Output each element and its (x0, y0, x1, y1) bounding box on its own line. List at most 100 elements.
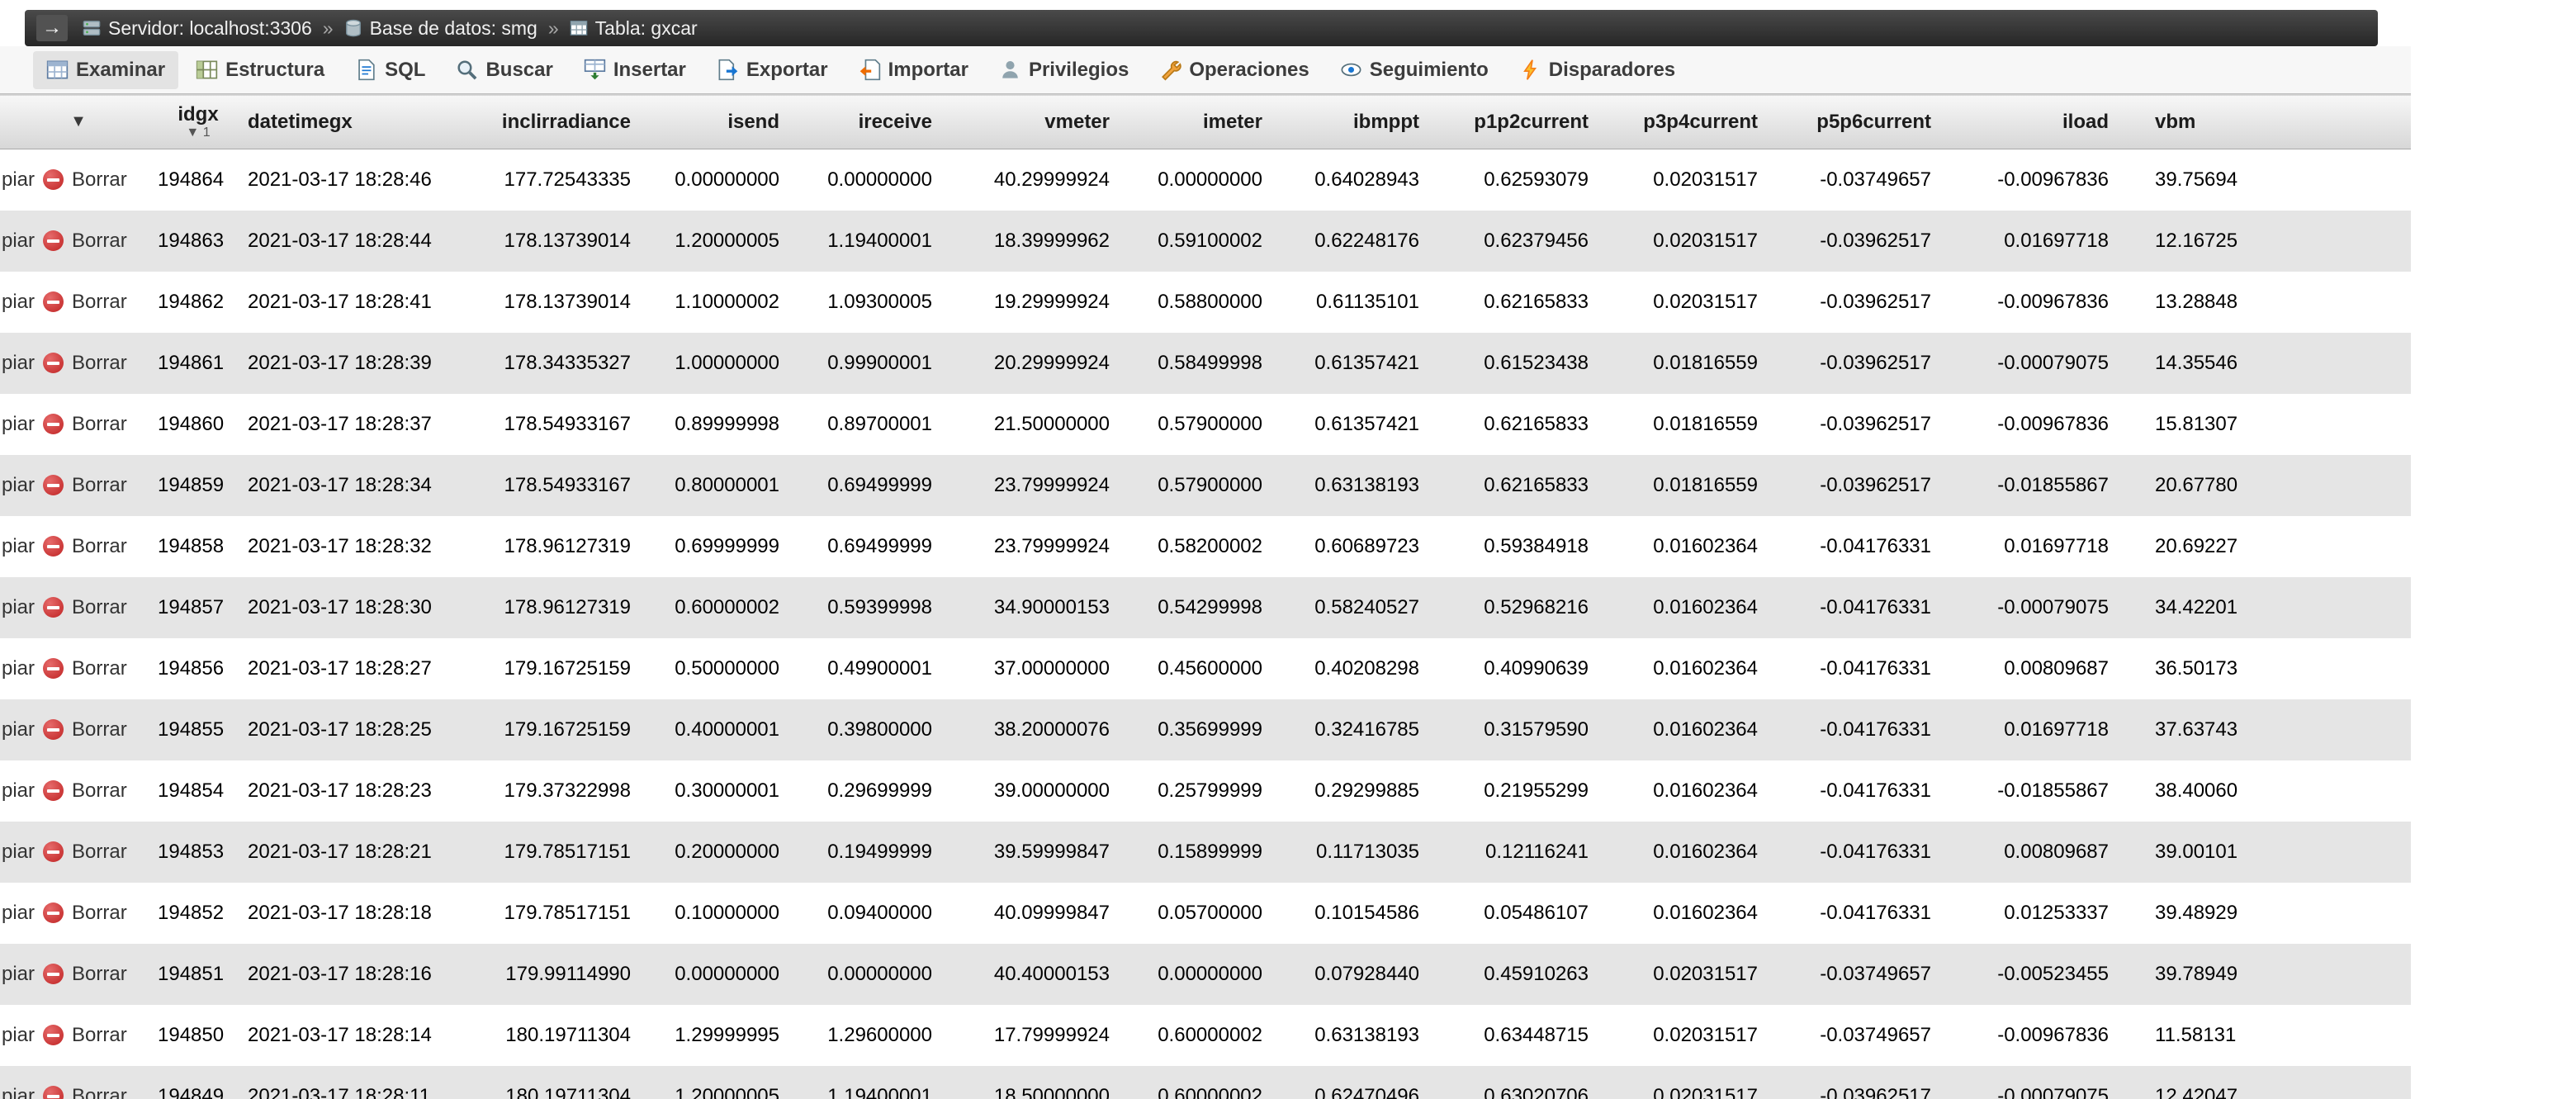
delete-link[interactable]: Borrar (72, 779, 127, 803)
window-arrow-icon[interactable]: → (36, 15, 68, 41)
cell-vmeter: 40.40000153 (954, 944, 1131, 1005)
tab-label: Importar (888, 59, 968, 82)
col-header-iload[interactable]: iload (1953, 95, 2130, 149)
options-arrow[interactable]: ▼ (0, 95, 157, 149)
delete-icon[interactable] (43, 841, 64, 862)
breadcrumb-table[interactable]: Tabla: gxcar (570, 17, 698, 40)
copy-link-partial[interactable]: piar (2, 902, 35, 925)
copy-link-partial[interactable]: piar (2, 963, 35, 986)
col-header-imeter[interactable]: imeter (1131, 95, 1284, 149)
cell-vmeter: 38.20000076 (954, 699, 1131, 760)
delete-link[interactable]: Borrar (72, 963, 127, 986)
delete-icon[interactable] (43, 719, 64, 740)
col-header-p3p4current[interactable]: p3p4current (1610, 95, 1779, 149)
delete-link[interactable]: Borrar (72, 1024, 127, 1047)
copy-link-partial[interactable]: piar (2, 1085, 35, 1099)
delete-icon[interactable] (43, 780, 64, 801)
copy-link-partial[interactable]: piar (2, 230, 35, 253)
delete-icon[interactable] (43, 230, 64, 251)
cell-p5p6current: -0.03962517 (1779, 394, 1953, 455)
tab-privilegios[interactable]: Privilegios (986, 51, 1142, 89)
col-header-ibmppt[interactable]: ibmppt (1284, 95, 1441, 149)
delete-link[interactable]: Borrar (72, 230, 127, 253)
tab-sql[interactable]: SQL (342, 51, 438, 89)
col-header-ireceive[interactable]: ireceive (801, 95, 954, 149)
delete-icon[interactable] (43, 597, 64, 618)
delete-link[interactable]: Borrar (72, 352, 127, 375)
col-header-vbm[interactable]: vbm (2130, 95, 2411, 149)
delete-link[interactable]: Borrar (72, 902, 127, 925)
tab-buscar[interactable]: Buscar (443, 51, 566, 89)
delete-icon[interactable] (43, 658, 64, 679)
cell-p1p2current: 0.62593079 (1441, 149, 1610, 211)
cell-iload: -0.00967836 (1953, 394, 2130, 455)
cell-ireceive: 1.09300005 (801, 272, 954, 333)
delete-link[interactable]: Borrar (72, 413, 127, 436)
delete-link[interactable]: Borrar (72, 718, 127, 741)
cell-imeter: 0.59100002 (1131, 211, 1284, 272)
col-header-idgx[interactable]: idgx ▼ 1 (157, 95, 239, 149)
delete-icon[interactable] (43, 291, 64, 312)
copy-link-partial[interactable]: piar (2, 657, 35, 680)
copy-link-partial[interactable]: piar (2, 1024, 35, 1047)
tab-examinar[interactable]: Examinar (33, 51, 178, 89)
col-header-isend[interactable]: isend (652, 95, 801, 149)
tab-importar[interactable]: Importar (845, 51, 982, 89)
delete-link[interactable]: Borrar (72, 168, 127, 192)
copy-link-partial[interactable]: piar (2, 291, 35, 314)
tab-disparadores[interactable]: Disparadores (1506, 51, 1688, 89)
copy-link-partial[interactable]: piar (2, 596, 35, 619)
col-label: p3p4current (1643, 111, 1758, 133)
copy-link-partial[interactable]: piar (2, 168, 35, 192)
cell-datetimegx: 2021-03-17 18:28:23 (239, 760, 462, 822)
delete-link[interactable]: Borrar (72, 596, 127, 619)
tab-insertar[interactable]: Insertar (571, 51, 699, 89)
cell-p3p4current: 0.01602364 (1610, 516, 1779, 577)
copy-link-partial[interactable]: piar (2, 474, 35, 497)
tab-seguimiento[interactable]: Seguimiento (1327, 51, 1502, 89)
cell-p1p2current: 0.52968216 (1441, 577, 1610, 638)
cell-datetimegx: 2021-03-17 18:28:30 (239, 577, 462, 638)
delete-icon[interactable] (43, 536, 64, 557)
delete-link[interactable]: Borrar (72, 1085, 127, 1099)
col-header-inclirradiance[interactable]: inclirradiance (462, 95, 652, 149)
copy-link-partial[interactable]: piar (2, 413, 35, 436)
cell-p5p6current: -0.04176331 (1779, 638, 1953, 699)
col-header-datetimegx[interactable]: datetimegx (239, 95, 462, 149)
col-header-vmeter[interactable]: vmeter (954, 95, 1131, 149)
delete-link[interactable]: Borrar (72, 657, 127, 680)
copy-link-partial[interactable]: piar (2, 841, 35, 864)
table-row: piar Borrar 194856 2021-03-17 18:28:27 1… (0, 638, 2411, 699)
row-actions-cell: piar Borrar (0, 1005, 157, 1066)
delete-icon[interactable] (43, 414, 64, 434)
col-header-p1p2current[interactable]: p1p2current (1441, 95, 1610, 149)
delete-link[interactable]: Borrar (72, 535, 127, 558)
delete-icon[interactable] (43, 964, 64, 984)
cell-idgx: 194860 (157, 394, 239, 455)
cell-p1p2current: 0.21955299 (1441, 760, 1610, 822)
tab-exportar[interactable]: Exportar (703, 51, 841, 89)
cell-isend: 0.40000001 (652, 699, 801, 760)
copy-link-partial[interactable]: piar (2, 779, 35, 803)
delete-icon[interactable] (43, 1025, 64, 1045)
delete-link[interactable]: Borrar (72, 474, 127, 497)
cell-p5p6current: -0.04176331 (1779, 822, 1953, 883)
delete-icon[interactable] (43, 169, 64, 190)
copy-link-partial[interactable]: piar (2, 535, 35, 558)
row-actions-cell: piar Borrar (0, 149, 157, 211)
col-header-p5p6current[interactable]: p5p6current (1779, 95, 1953, 149)
delete-icon[interactable] (43, 475, 64, 495)
delete-icon[interactable] (43, 1086, 64, 1099)
delete-icon[interactable] (43, 353, 64, 373)
table-icon (570, 19, 588, 37)
tab-estructura[interactable]: Estructura (182, 51, 338, 89)
copy-link-partial[interactable]: piar (2, 352, 35, 375)
cell-p1p2current: 0.40990639 (1441, 638, 1610, 699)
delete-link[interactable]: Borrar (72, 841, 127, 864)
copy-link-partial[interactable]: piar (2, 718, 35, 741)
breadcrumb-server[interactable]: Servidor: localhost:3306 (83, 17, 312, 40)
breadcrumb-database[interactable]: Base de datos: smg (344, 17, 537, 40)
delete-icon[interactable] (43, 902, 64, 923)
tab-operaciones[interactable]: Operaciones (1146, 51, 1322, 89)
delete-link[interactable]: Borrar (72, 291, 127, 314)
